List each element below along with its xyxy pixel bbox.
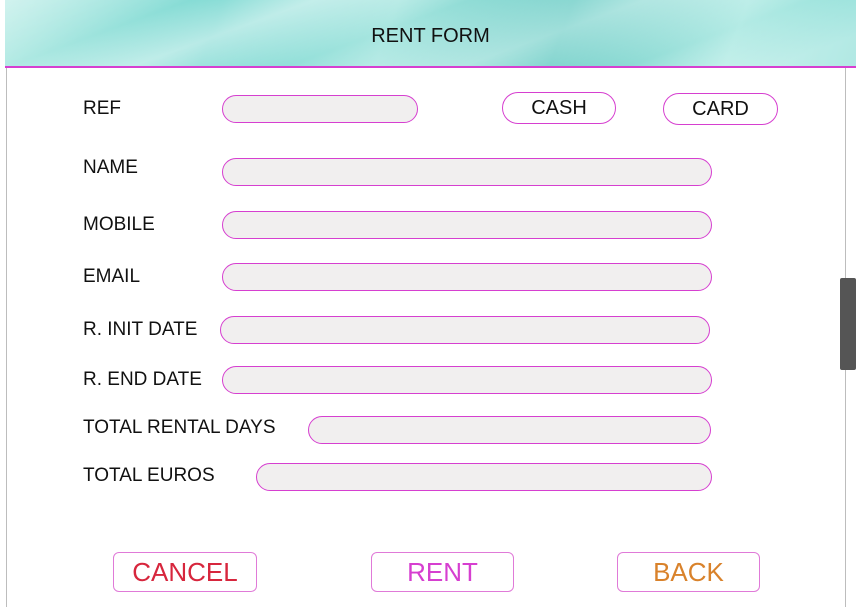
total-days-label: TOTAL RENTAL DAYS [83, 417, 276, 438]
init-date-input[interactable] [220, 316, 710, 344]
total-euros-label: TOTAL EUROS [83, 465, 215, 486]
email-input[interactable] [222, 263, 712, 291]
rent-button[interactable]: RENT [371, 552, 514, 592]
scrollbar-thumb[interactable] [840, 278, 856, 370]
page-title: RENT FORM [371, 25, 490, 47]
back-button[interactable]: BACK [617, 552, 760, 592]
init-date-label: R. INIT DATE [83, 319, 198, 340]
mobile-label: MOBILE [83, 214, 155, 235]
name-input[interactable] [222, 158, 712, 186]
card-button[interactable]: CARD [663, 93, 778, 125]
total-euros-input[interactable] [256, 463, 712, 491]
ref-input[interactable] [222, 95, 418, 123]
end-date-label: R. END DATE [83, 369, 202, 390]
mobile-input[interactable] [222, 211, 712, 239]
email-label: EMAIL [83, 266, 141, 287]
cancel-button[interactable]: CANCEL [113, 552, 257, 592]
cash-button[interactable]: CASH [502, 92, 616, 124]
end-date-input[interactable] [222, 366, 712, 394]
name-label: NAME [83, 157, 138, 178]
ref-label: REF [83, 98, 121, 119]
total-days-input[interactable] [308, 416, 711, 444]
header-bar: RENT FORM [5, 0, 856, 68]
